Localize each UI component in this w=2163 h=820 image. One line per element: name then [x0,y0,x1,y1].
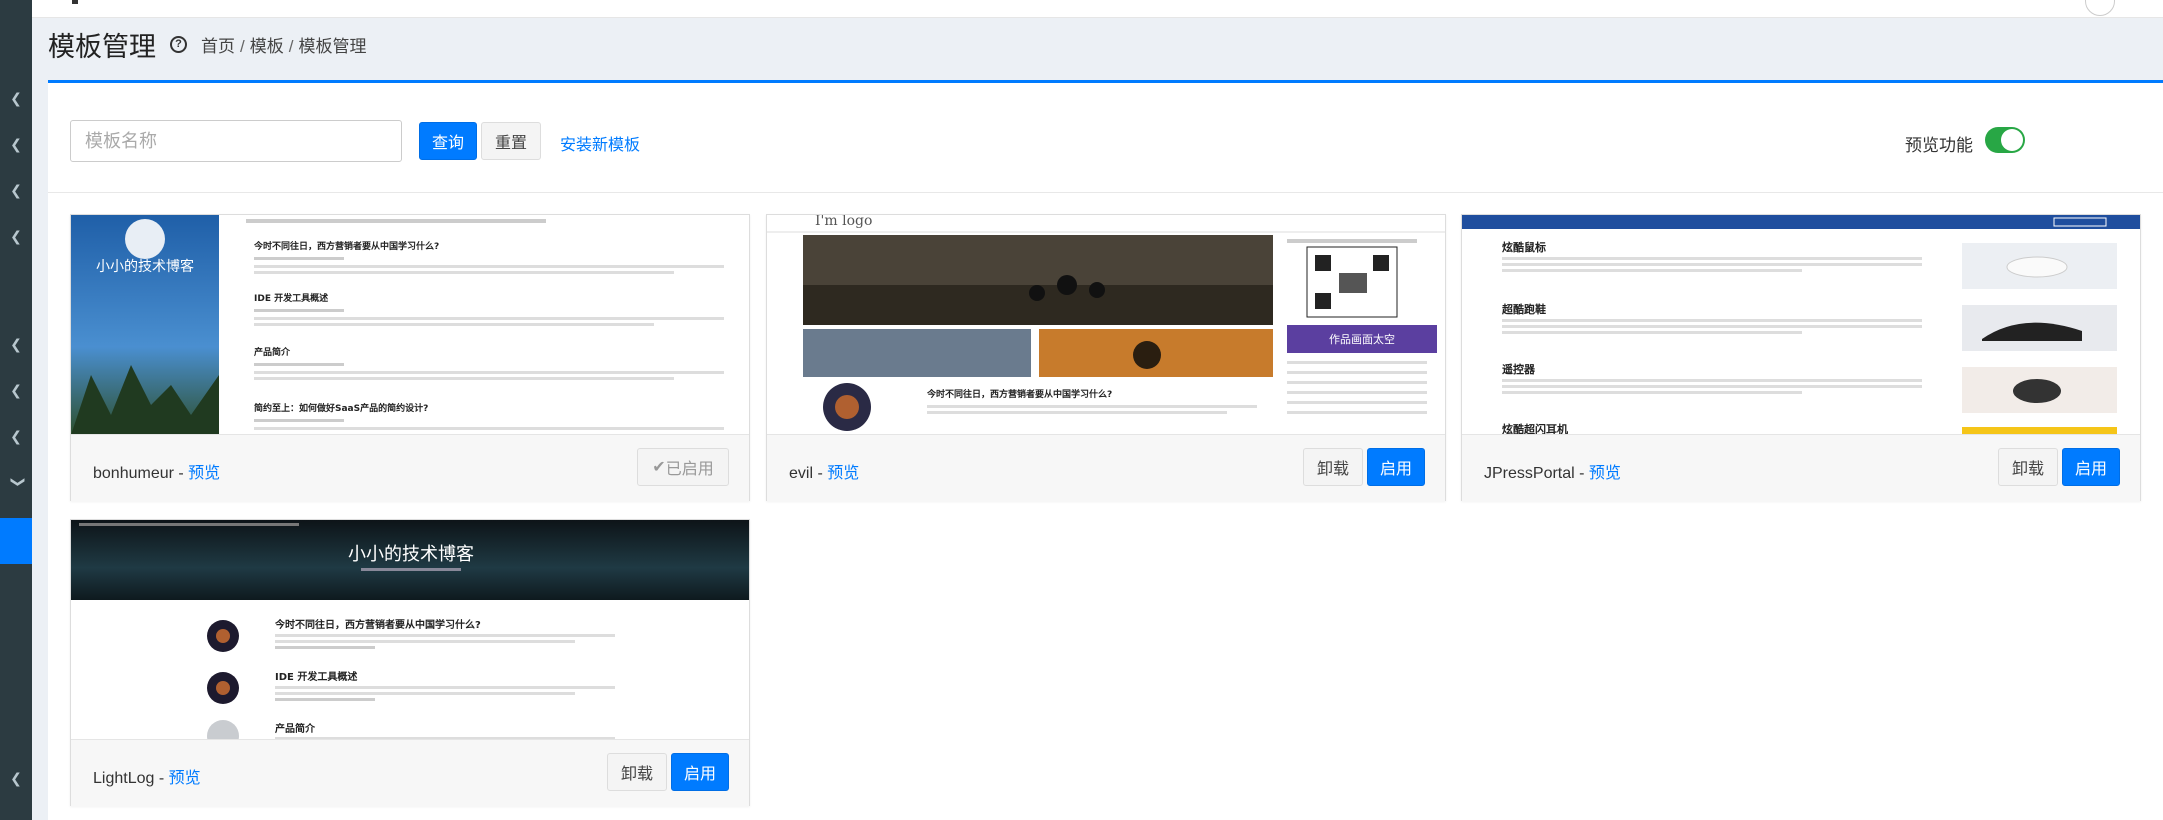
breadcrumb-separator: / [240,36,245,56]
sidebar-collapse-icon[interactable]: ❮ [6,472,26,492]
sidebar-expand-icon[interactable]: ❮ [6,768,26,788]
sidebar-expand-icon[interactable]: ❮ [6,334,26,354]
menu-toggle-icon[interactable] [72,0,78,4]
svg-text:遥控器: 遥控器 [1502,362,1536,376]
avatar[interactable] [2085,0,2115,16]
template-name-input[interactable] [70,120,402,162]
svg-text:简约至上：如何做好SaaS产品的简约设计?: 简约至上：如何做好SaaS产品的简约设计? [254,402,428,414]
uninstall-button[interactable]: 卸载 [1998,448,2058,486]
jpressportal-preview-image: 炫酷鼠标 超酷跑鞋 遥控器 炫酷超闪耳机 [1462,215,2140,435]
preview-link[interactable]: 预览 [188,465,220,482]
preview-function-label: 预览功能 [1905,136,1973,155]
thumb-blog-title: 小小的技术博客 [348,544,474,565]
svg-text:今时不同往日，西方营销者要从中国学习什么?: 今时不同往日，西方营销者要从中国学习什么? [926,388,1112,400]
card-footer: LightLog - 预览 卸载 启用 [71,740,749,807]
thumb-blog-title: 小小的技术博客 [96,258,194,275]
card-footer: JPressPortal - 预览 卸载 启用 [1462,435,2140,502]
svg-text:IDE 开发工具概述: IDE 开发工具概述 [275,670,357,683]
top-navbar [32,0,2163,18]
preview-link[interactable]: 预览 [1589,465,1621,482]
page-header: 模板管理 ? 首页 / 模板 / 模板管理 [48,24,366,64]
sidebar-active-item[interactable] [0,518,32,564]
breadcrumb-separator: / [288,36,294,56]
breadcrumb-home[interactable]: 首页 [201,37,235,56]
toggle-knob [2001,129,2023,151]
enable-button[interactable]: 启用 [1367,448,1425,486]
sidebar-expand-icon[interactable]: ❮ [6,134,26,154]
sidebar-expand-icon[interactable]: ❮ [6,380,26,400]
svg-text:今时不同往日，西方营销者要从中国学习什么?: 今时不同往日，西方营销者要从中国学习什么? [274,618,481,631]
preview-link[interactable]: 预览 [169,770,201,787]
template-card-jpressportal: 炫酷鼠标 超酷跑鞋 遥控器 炫酷超闪耳机 JPressPortal - 预览 卸… [1461,214,2141,502]
svg-text:今时不同往日，西方营销者要从中国学习什么?: 今时不同往日，西方营销者要从中国学习什么? [253,240,439,252]
enable-button[interactable]: 启用 [671,753,729,791]
svg-text:作品画面太空: 作品画面太空 [1329,332,1395,346]
bonhumeur-preview-image: 小小的技术博客 今时不同往日，西方营销者要从中国学习什么? IDE 开发工具概述… [71,215,724,434]
template-thumbnail[interactable]: 炫酷鼠标 超酷跑鞋 遥控器 炫酷超闪耳机 [1462,215,2140,435]
evil-preview-image: I'm logo 今时不同往日，西方营销者要从中国学习什么? 作品画面太空 [767,215,1445,431]
page-title: 模板管理 [48,31,156,62]
sidebar-expand-icon[interactable]: ❮ [6,180,26,200]
svg-text:炫酷超闪耳机: 炫酷超闪耳机 [1502,422,1568,435]
template-card-bonhumeur: 小小的技术博客 今时不同往日，西方营销者要从中国学习什么? IDE 开发工具概述… [70,214,750,502]
card-footer: evil - 预览 卸载 启用 [767,435,1445,502]
install-new-template-link[interactable]: 安装新模板 [560,131,640,155]
sidebar-expand-icon[interactable]: ❮ [6,426,26,446]
lightlog-preview-image: 小小的技术博客 今时不同往日，西方营销者要从中国学习什么? IDE 开发工具概述… [71,520,749,739]
template-management-box: 查询 重置 安装新模板 预览功能 小小的技术博客 今时不同往日，西方营销者要从中… [48,80,2163,820]
preview-function-toggle[interactable] [1985,127,2025,153]
template-name: LightLog - 预览 [93,770,201,787]
svg-text:产品简介: 产品简介 [275,722,316,735]
template-name: JPressPortal - 预览 [1484,465,1621,482]
query-button[interactable]: 查询 [419,122,477,160]
enable-button[interactable]: 启用 [2062,448,2120,486]
uninstall-button[interactable]: 卸载 [1303,448,1363,486]
breadcrumb: 首页 / 模板 / 模板管理 [201,32,366,57]
help-icon[interactable]: ? [170,35,187,53]
breadcrumb-current: 模板管理 [298,36,367,56]
uninstall-button[interactable]: 卸载 [607,753,667,791]
svg-text:超酷跑鞋: 超酷跑鞋 [1501,302,1546,316]
check-icon: ✔ [652,459,666,476]
template-thumbnail[interactable]: 小小的技术博客 今时不同往日，西方营销者要从中国学习什么? IDE 开发工具概述… [71,215,749,435]
sidebar: ❮ ❮ ❮ ❮ ❮ ❮ ❮ ❮ ❮ [0,0,32,820]
svg-text:产品简介: 产品简介 [254,346,291,358]
template-name: bonhumeur - 预览 [93,465,221,482]
template-name: evil - 预览 [789,465,860,482]
preview-link[interactable]: 预览 [827,465,859,482]
svg-text:IDE 开发工具概述: IDE 开发工具概述 [254,292,328,304]
template-thumbnail[interactable]: 小小的技术博客 今时不同往日，西方营销者要从中国学习什么? IDE 开发工具概述… [71,520,749,740]
template-card-lightlog: 小小的技术博客 今时不同往日，西方营销者要从中国学习什么? IDE 开发工具概述… [70,519,750,807]
svg-text:炫酷鼠标: 炫酷鼠标 [1502,240,1546,254]
reset-button[interactable]: 重置 [481,122,541,160]
sidebar-expand-icon[interactable]: ❮ [6,226,26,246]
template-thumbnail[interactable]: I'm logo 今时不同往日，西方营销者要从中国学习什么? 作品画面太空 [767,215,1445,435]
toolbar: 查询 重置 安装新模板 预览功能 [48,83,2163,193]
template-card-evil: I'm logo 今时不同往日，西方营销者要从中国学习什么? 作品画面太空 ev… [766,214,1446,502]
sidebar-expand-icon[interactable]: ❮ [6,88,26,108]
enabled-button: ✔ 已启用 [637,448,729,486]
card-footer: bonhumeur - 预览 ✔ 已启用 [71,435,749,502]
breadcrumb-template[interactable]: 模板 [250,37,284,56]
thumb-logo: I'm logo [815,215,872,229]
